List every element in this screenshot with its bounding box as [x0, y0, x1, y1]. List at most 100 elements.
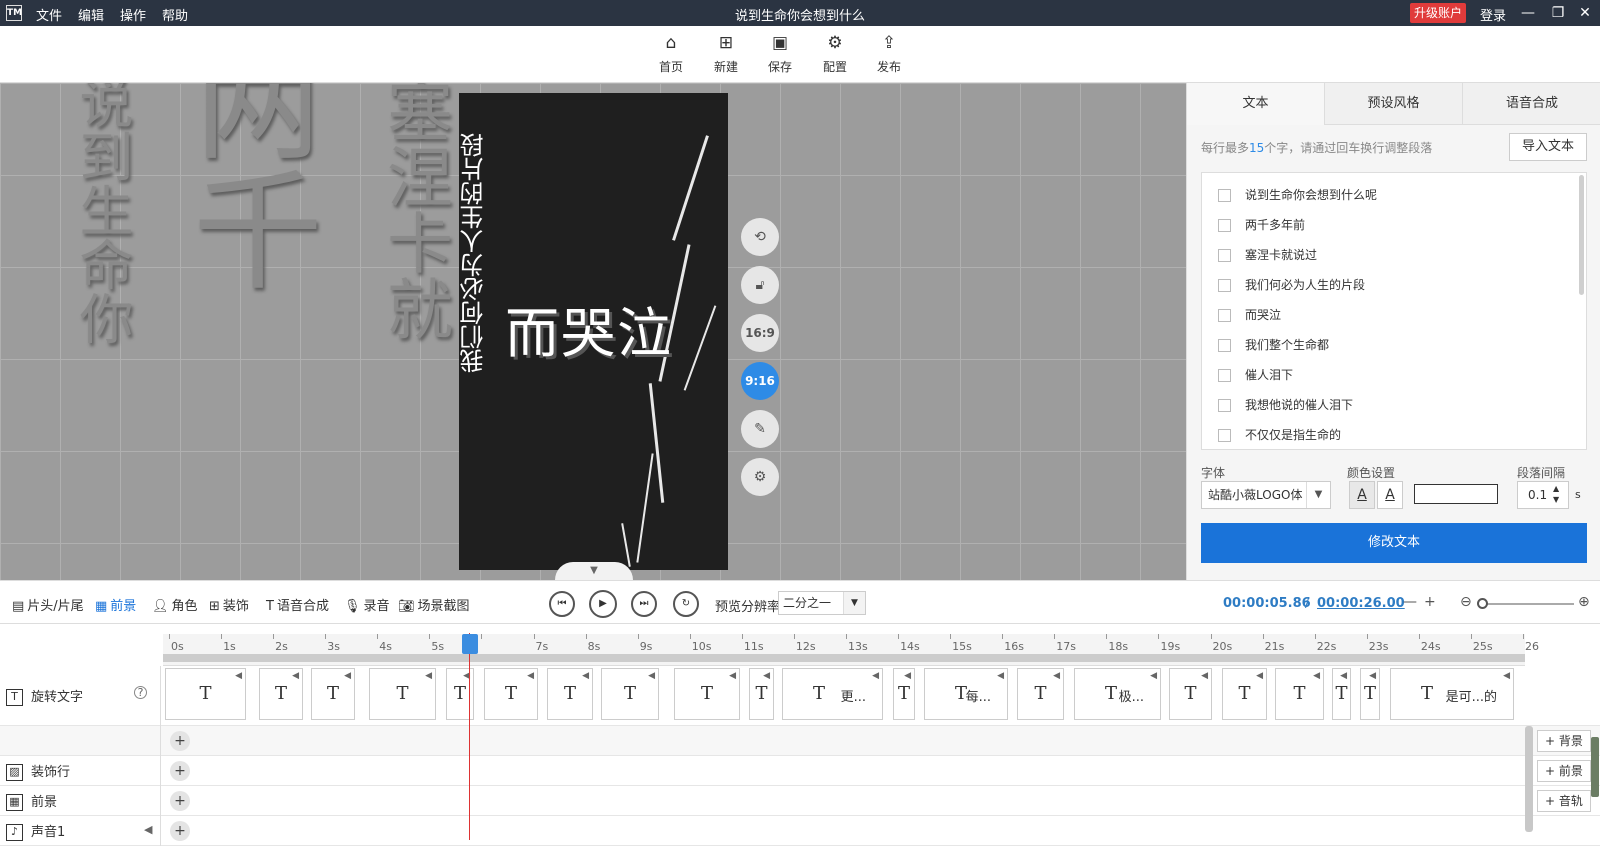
flip-button[interactable]: ⟲ — [741, 218, 779, 256]
import-text-button[interactable]: 导入文本 — [1509, 133, 1587, 161]
text-clip[interactable]: T ◀︎ — [1169, 668, 1212, 720]
checkbox[interactable] — [1218, 219, 1231, 232]
decrease-duration-icon[interactable]: — — [1403, 594, 1417, 610]
speaker-icon[interactable]: ◀︎ — [582, 671, 589, 681]
zoom-slider[interactable] — [1480, 603, 1574, 605]
play-button[interactable]: ▶ — [589, 590, 617, 618]
intro-outro-button[interactable]: ▤ 片头/片尾 — [12, 595, 84, 614]
restore-icon[interactable]: ❐ — [1548, 4, 1568, 22]
text-clip[interactable]: T ◀︎ — [311, 668, 355, 720]
text-clip[interactable]: T ◀︎ 极... — [1074, 668, 1161, 720]
tab-preset-style[interactable]: 预设风格 — [1325, 83, 1463, 125]
tab-text[interactable]: 文本 — [1187, 83, 1325, 125]
scene-screenshot-button[interactable]: 📷︎ 场景截图 — [398, 595, 470, 614]
speaker-icon[interactable]: ◀︎ — [1201, 671, 1208, 681]
checkbox[interactable] — [1218, 429, 1231, 442]
text-clip[interactable]: T ◀︎ 更... — [782, 668, 883, 720]
save-button[interactable]: ▣ 保存 — [758, 32, 802, 75]
add-clip-button[interactable]: + — [170, 791, 190, 811]
speaker-icon[interactable]: ◀︎ — [997, 671, 1004, 681]
ratio-9-16-button[interactable]: 9:16 — [741, 362, 779, 400]
speaker-icon[interactable]: ◀︎ — [344, 671, 351, 681]
text-clip[interactable]: T ◀︎ 每... — [924, 668, 1008, 720]
phone-preview[interactable]: 我们何必为人生的片段 而哭泣 — [459, 93, 728, 570]
list-item[interactable]: 不仅仅是指生命的 — [1218, 425, 1341, 445]
text-clip[interactable]: T ◀︎ — [547, 668, 593, 720]
text-line-list[interactable]: 说到生命你会想到什么呢 两千多年前 塞涅卡就说过 我们何必为人生的片段 而哭泣 … — [1201, 172, 1587, 450]
list-item[interactable]: 我们整个生命都 — [1218, 335, 1329, 355]
tab-voice-synthesis[interactable]: 语音合成 — [1463, 83, 1600, 125]
next-button[interactable]: ⏭ — [631, 591, 657, 617]
publish-button[interactable]: ⇪ 发布 — [867, 32, 911, 75]
preview-resolution-select[interactable]: 二分之一 ▼ — [778, 591, 866, 615]
text-clip[interactable]: T ◀︎ — [1360, 668, 1380, 720]
settings-side-button[interactable]: ⚙ — [741, 458, 779, 496]
unlock-button[interactable]: 🔓︎ — [741, 266, 779, 304]
text-clip[interactable]: T ◀︎ — [369, 668, 436, 720]
speaker-icon[interactable]: ◀︎ — [292, 671, 299, 681]
add-clip-button[interactable]: + — [170, 731, 190, 751]
text-color-button[interactable]: A — [1349, 481, 1375, 509]
record-button[interactable]: 🎙︎ 录音 — [344, 595, 390, 614]
settings-button[interactable]: ⚙ 配置 — [813, 32, 857, 75]
add-audio-track-button[interactable]: + 音轨 — [1537, 790, 1591, 812]
prev-button[interactable]: ⏮ — [549, 591, 575, 617]
text-clip[interactable]: T ◀︎ — [259, 668, 303, 720]
text-clip[interactable]: T ◀︎ — [1275, 668, 1324, 720]
add-background-button[interactable]: + 背景 — [1537, 730, 1591, 752]
speaker-icon[interactable]: ◀︎ — [904, 671, 911, 681]
stroke-color-button[interactable]: A — [1377, 481, 1403, 509]
volume-icon[interactable]: ◀︎ — [144, 823, 152, 836]
add-clip-button[interactable]: + — [170, 821, 190, 841]
text-clip[interactable]: T ◀︎ 是可...的 — [1390, 668, 1514, 720]
foreground-button[interactable]: ▦ 前景 — [95, 595, 136, 614]
speaker-icon[interactable]: ◀︎ — [1150, 671, 1157, 681]
increase-duration-icon[interactable]: + — [1424, 594, 1436, 610]
text-clip[interactable]: T ◀︎ — [749, 668, 774, 720]
speaker-icon[interactable]: ◀︎ — [763, 671, 770, 681]
spacing-input[interactable]: 0.1 — [1517, 481, 1569, 509]
collapse-toggle[interactable]: ▼ — [555, 562, 633, 580]
speaker-icon[interactable]: ◀︎ — [872, 671, 879, 681]
login-link[interactable]: 登录 — [1480, 5, 1506, 24]
checkbox[interactable] — [1218, 279, 1231, 292]
list-item[interactable]: 而哭泣 — [1218, 305, 1281, 325]
speaker-icon[interactable]: ◀︎ — [527, 671, 534, 681]
checkbox[interactable] — [1218, 189, 1231, 202]
text-clip[interactable]: T ◀︎ — [674, 668, 740, 720]
new-button[interactable]: ⊞ 新建 — [704, 32, 748, 75]
playhead-handle[interactable] — [462, 634, 478, 654]
ratio-16-9-button[interactable]: 16:9 — [741, 314, 779, 352]
spacing-stepper[interactable]: ▲ ▼ — [1553, 483, 1559, 505]
speaker-icon[interactable]: ◀︎ — [648, 671, 655, 681]
total-time[interactable]: 00:00:26.00 — [1317, 596, 1405, 611]
text-clip[interactable]: T ◀︎ — [484, 668, 538, 720]
add-foreground-button[interactable]: + 前景 — [1537, 760, 1591, 782]
checkbox[interactable] — [1218, 309, 1231, 322]
speaker-icon[interactable]: ◀︎ — [1369, 671, 1376, 681]
checkbox[interactable] — [1218, 339, 1231, 352]
edit-button[interactable]: ✎ — [741, 410, 779, 448]
list-item[interactable]: 催人泪下 — [1218, 365, 1293, 385]
speaker-icon[interactable]: ◀︎ — [235, 671, 242, 681]
voice-synthesis-button[interactable]: T 语音合成 — [266, 595, 329, 614]
apply-text-button[interactable]: 修改文本 — [1201, 523, 1587, 563]
text-clip[interactable]: T ◀︎ — [1017, 668, 1064, 720]
list-item[interactable]: 说到生命你会想到什么呢 — [1218, 185, 1377, 205]
replay-button[interactable]: ↻ — [673, 591, 699, 617]
zoom-out-icon[interactable]: ⊖ — [1460, 594, 1472, 610]
decoration-button[interactable]: ⊞ 装饰 — [209, 595, 249, 614]
text-clip[interactable]: T ◀︎ — [1222, 668, 1267, 720]
ruler-range-bar[interactable] — [163, 654, 1525, 662]
close-icon[interactable]: ✕ — [1575, 4, 1595, 22]
checkbox[interactable] — [1218, 399, 1231, 412]
text-clip[interactable]: T ◀︎ — [601, 668, 659, 720]
text-clip[interactable]: T ◀︎ — [165, 668, 246, 720]
speaker-icon[interactable]: ◀︎ — [729, 671, 736, 681]
list-item[interactable]: 我想他说的催人泪下 — [1218, 395, 1353, 415]
speaker-icon[interactable]: ◀︎ — [1053, 671, 1060, 681]
text-clip[interactable]: T ◀︎ — [1332, 668, 1351, 720]
text-clip[interactable]: T ◀︎ — [893, 668, 915, 720]
list-item[interactable]: 我们何必为人生的片段 — [1218, 275, 1365, 295]
upgrade-account-button[interactable]: 升级账户 — [1410, 3, 1466, 23]
